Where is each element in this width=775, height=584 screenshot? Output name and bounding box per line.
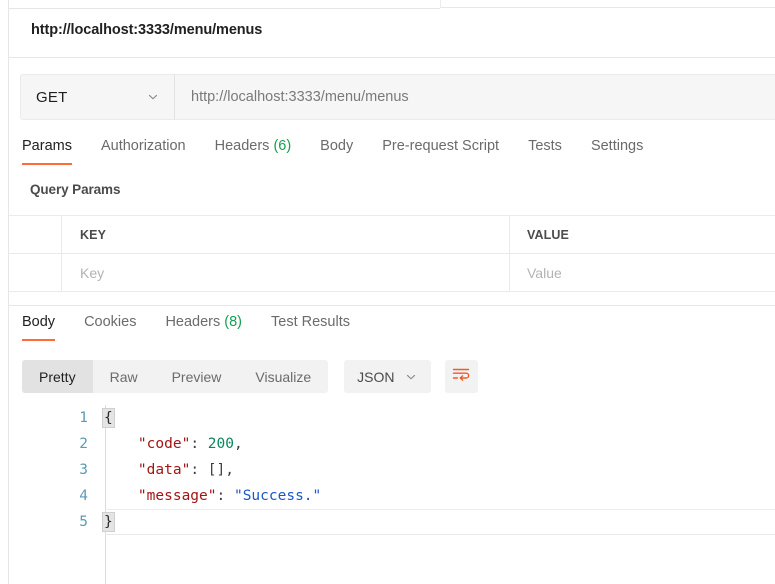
code-line: 3 "data": [], bbox=[9, 457, 775, 483]
tab-label: Headers bbox=[165, 314, 221, 330]
view-mode-label: Pretty bbox=[39, 368, 76, 385]
tab-headers[interactable]: Headers (6) bbox=[215, 136, 292, 165]
line-number: 3 bbox=[79, 462, 88, 478]
url-input-value: http://localhost:3333/menu/menus bbox=[191, 89, 409, 105]
code-line-text: "message": "Success." bbox=[99, 483, 775, 509]
column-header-key: KEY bbox=[62, 216, 510, 253]
code-line-text: "code": 200, bbox=[99, 431, 775, 457]
code-token: "code" bbox=[137, 436, 191, 452]
request-tabs: Params Authorization Headers (6) Body Pre-re… bbox=[9, 136, 775, 170]
code-line-text: } bbox=[99, 509, 775, 535]
code-token: { bbox=[103, 409, 114, 427]
section-divider-lower bbox=[9, 305, 775, 306]
tab-label: Test Results bbox=[271, 314, 350, 330]
request-title-bar: http://localhost:3333/menu/menus bbox=[9, 9, 775, 58]
response-format-label: JSON bbox=[357, 368, 395, 385]
response-tab-headers[interactable]: Headers (8) bbox=[165, 312, 242, 341]
code-token: : bbox=[190, 436, 208, 452]
response-tabs: Body Cookies Headers (8) Test Results bbox=[9, 312, 775, 345]
tab-label: Cookies bbox=[84, 314, 137, 330]
top-stub-left bbox=[8, 0, 440, 9]
code-token: : bbox=[216, 488, 234, 504]
tab-pre-request-script[interactable]: Pre-request Script bbox=[382, 136, 499, 165]
postman-request-response-pane: http://localhost:3333/menu/menus GET htt… bbox=[0, 0, 775, 584]
response-tab-test-results[interactable]: Test Results bbox=[271, 312, 350, 341]
chevron-down-icon bbox=[404, 370, 418, 384]
top-stub-right bbox=[440, 0, 775, 8]
tab-count-badge: (8) bbox=[220, 314, 243, 330]
code-token: "message" bbox=[137, 488, 217, 504]
view-mode-label: Raw bbox=[109, 368, 138, 385]
tab-label: Pre-request Script bbox=[382, 138, 500, 154]
code-token: 200 bbox=[207, 436, 234, 452]
param-value-input[interactable]: Value bbox=[510, 254, 775, 292]
line-number: 1 bbox=[79, 410, 88, 426]
column-header-value: VALUE bbox=[527, 227, 569, 242]
tab-body[interactable]: Body bbox=[320, 136, 353, 165]
tab-count-badge: (6) bbox=[269, 138, 292, 154]
view-mode-group: Pretty Raw Preview Visualize bbox=[22, 360, 329, 393]
http-method-select[interactable]: GET bbox=[20, 74, 175, 120]
response-format-select[interactable]: JSON bbox=[344, 360, 431, 393]
query-params-table: KEY VALUE Key Value bbox=[9, 215, 775, 292]
code-last-line-overline bbox=[105, 509, 775, 510]
tab-params[interactable]: Params bbox=[22, 136, 72, 165]
response-toolbar: Pretty Raw Preview Visualize JSON bbox=[22, 360, 478, 393]
response-tab-cookies[interactable]: Cookies bbox=[84, 312, 136, 341]
code-token: : [], bbox=[190, 462, 234, 478]
http-method-label: GET bbox=[36, 88, 68, 106]
code-line-text: { bbox=[99, 405, 775, 431]
response-body-viewer[interactable]: 1{2 "code": 200, 3 "data": [], 4 "message"… bbox=[9, 405, 775, 584]
tab-authorization[interactable]: Authorization bbox=[101, 136, 186, 165]
view-mode-preview[interactable]: Preview bbox=[155, 360, 239, 393]
view-mode-raw[interactable]: Raw bbox=[93, 360, 155, 393]
code-token: "Success." bbox=[233, 488, 322, 504]
header-checkbox-cell bbox=[9, 216, 62, 253]
response-tab-body[interactable]: Body bbox=[22, 312, 56, 341]
table-row[interactable]: Key Value bbox=[9, 254, 775, 292]
view-mode-label: Visualize bbox=[255, 368, 312, 385]
code-line: 4 "message": "Success." bbox=[9, 483, 775, 509]
code-line: 1{ bbox=[9, 405, 775, 431]
tab-tests[interactable]: Tests bbox=[528, 136, 562, 165]
tab-label: Tests bbox=[528, 138, 562, 154]
tab-label: Body bbox=[320, 138, 354, 154]
tab-settings[interactable]: Settings bbox=[591, 136, 643, 165]
table-header-row: KEY VALUE bbox=[9, 216, 775, 254]
code-token: "data" bbox=[137, 462, 191, 478]
code-line: 2 "code": 200, bbox=[9, 431, 775, 457]
param-key-input[interactable]: Key bbox=[62, 254, 510, 292]
url-input[interactable]: http://localhost:3333/menu/menus bbox=[175, 74, 775, 120]
tab-label: Params bbox=[22, 138, 72, 154]
wrap-lines-button[interactable] bbox=[444, 360, 478, 393]
url-bar: GET http://localhost:3333/menu/menus bbox=[20, 74, 775, 120]
code-token: } bbox=[103, 513, 114, 531]
view-mode-pretty[interactable]: Pretty bbox=[22, 360, 93, 393]
tab-label: Body bbox=[22, 314, 56, 330]
line-number: 2 bbox=[79, 436, 88, 452]
wrap-lines-icon bbox=[452, 367, 470, 387]
line-number: 4 bbox=[79, 488, 88, 504]
view-mode-visualize[interactable]: Visualize bbox=[238, 360, 328, 393]
row-checkbox-cell[interactable] bbox=[9, 254, 62, 292]
view-mode-label: Preview bbox=[171, 368, 222, 385]
code-token: , bbox=[233, 436, 243, 452]
code-line-text: "data": [], bbox=[99, 457, 775, 483]
tab-label: Settings bbox=[590, 138, 644, 154]
section-divider-upper bbox=[9, 291, 775, 292]
chevron-down-icon bbox=[146, 90, 160, 104]
page-title: http://localhost:3333/menu/menus bbox=[31, 22, 263, 38]
tab-label: Headers bbox=[214, 138, 270, 154]
tab-label: Authorization bbox=[100, 138, 186, 154]
code-last-line-underline bbox=[105, 534, 775, 535]
line-number: 5 bbox=[79, 514, 88, 530]
code-line: 5} bbox=[9, 509, 775, 535]
query-params-heading: Query Params bbox=[30, 182, 121, 197]
